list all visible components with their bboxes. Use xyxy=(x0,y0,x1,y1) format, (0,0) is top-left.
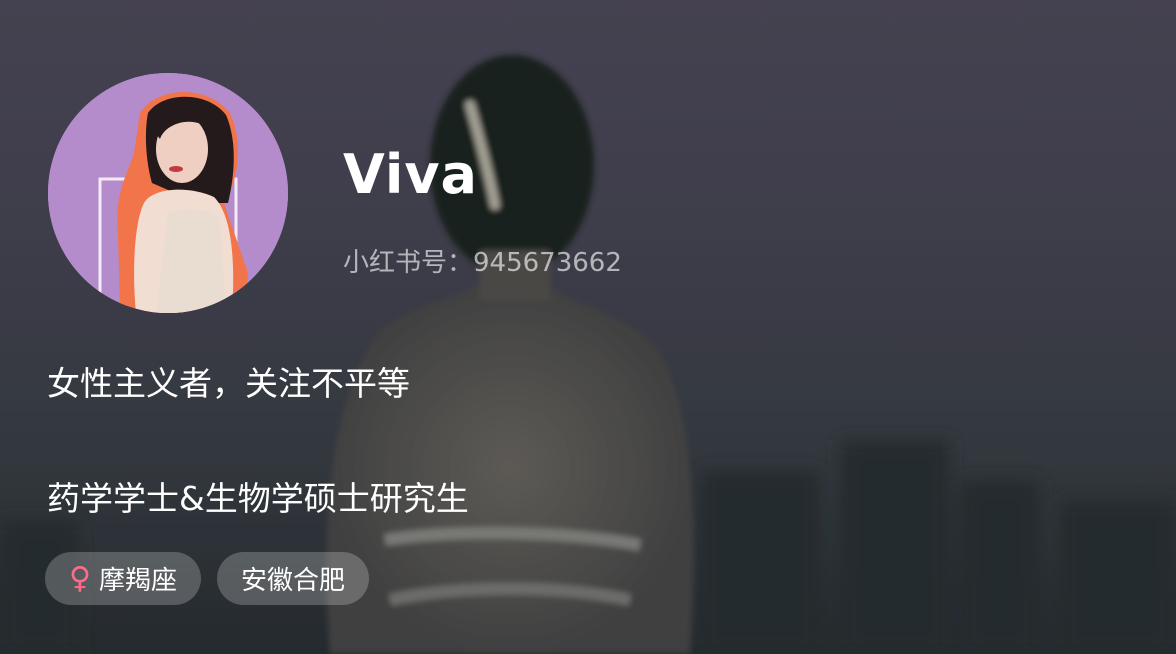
red-id[interactable]: 小红书号：945673662 xyxy=(343,245,622,281)
avatar-image xyxy=(48,73,288,313)
bio-line-1: 女性主义者，关注不平等 xyxy=(47,364,410,403)
nickname: Viva xyxy=(343,143,478,206)
profile-tags: ♀ 摩羯座 安徽合肥 xyxy=(45,552,370,605)
bio-line-2: 药学学士&生物学硕士研究生 xyxy=(47,479,469,518)
tag-location[interactable]: 安徽合肥 xyxy=(217,552,370,605)
profile-header: Viva 小红书号：945673662 女性主义者，关注不平等 药学学士&生物学… xyxy=(0,0,1176,654)
tag-zodiac-label: 摩羯座 xyxy=(98,566,177,596)
tag-zodiac[interactable]: ♀ 摩羯座 xyxy=(45,552,201,605)
avatar[interactable] xyxy=(48,73,288,313)
female-icon: ♀ xyxy=(69,560,91,596)
tag-location-label: 安徽合肥 xyxy=(241,566,346,596)
